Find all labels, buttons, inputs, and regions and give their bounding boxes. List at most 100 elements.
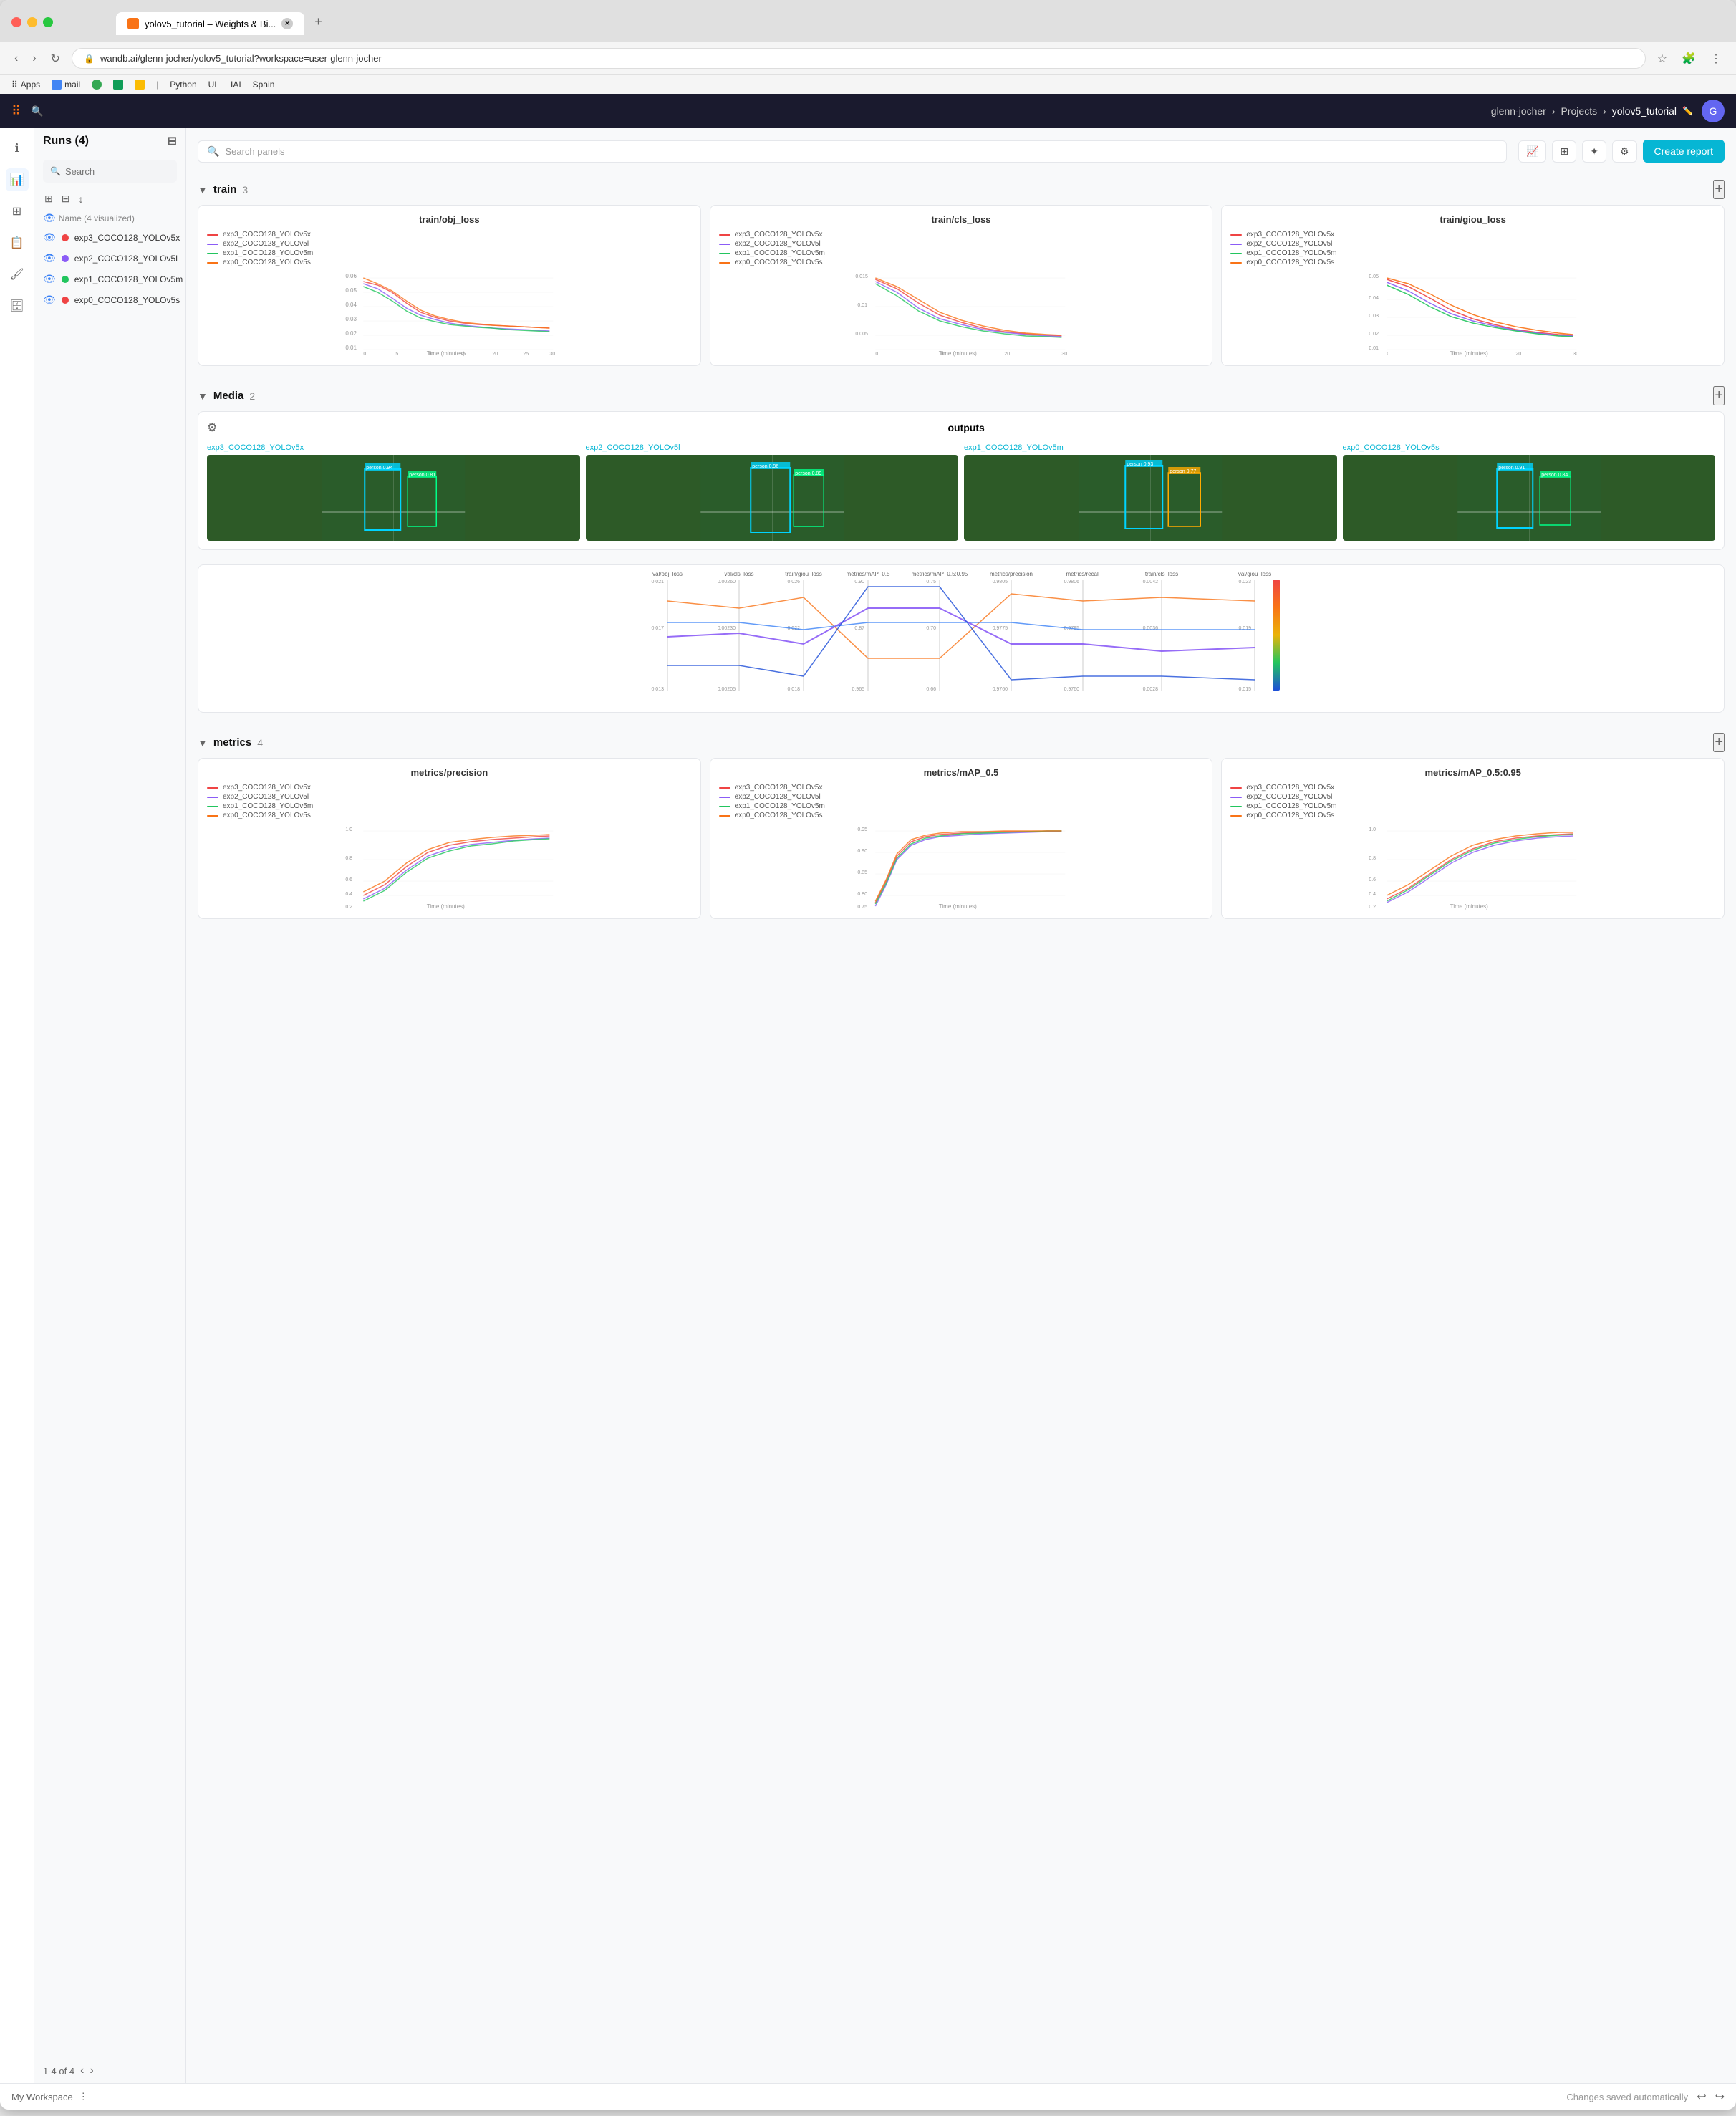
run-item-0[interactable]: 👁 exp3_COCO128_YOLOv5x	[34, 227, 185, 248]
traffic-light-red[interactable]	[11, 17, 21, 27]
bookmarks-bar: ⠿ Apps mail | Python UL IAI Spain	[0, 74, 1736, 94]
extensions-btn[interactable]: 🧩	[1679, 49, 1699, 69]
search-icon: 🔍	[31, 105, 43, 117]
create-report-btn[interactable]: Create report	[1643, 140, 1725, 163]
svg-text:val/cls_loss: val/cls_loss	[725, 571, 754, 577]
chart-legend-0: exp3_COCO128_YOLOv5x exp2_COCO128_YOLOv5…	[207, 231, 692, 266]
chart-icon-btn[interactable]: 📊	[6, 168, 29, 191]
chart-metrics-map05-title: metrics/mAP_0.5	[719, 767, 1204, 778]
section-train-header[interactable]: ▼ train 3 +	[198, 174, 1725, 205]
columns-btn[interactable]: ⊟	[60, 191, 72, 206]
search-panels[interactable]: 🔍 Search panels	[198, 140, 1507, 163]
run-item-1[interactable]: 👁 exp2_COCO128_YOLOv5l	[34, 248, 185, 269]
legend-cls-line-0	[719, 234, 730, 236]
sort-btn[interactable]: ↕	[77, 192, 85, 206]
brush-icon-btn[interactable]: 🖌	[6, 263, 29, 286]
new-tab-btn[interactable]: +	[306, 9, 331, 35]
svg-text:0.06: 0.06	[345, 273, 357, 279]
chart-view-btn[interactable]: 📈	[1518, 140, 1546, 163]
svg-text:0.017: 0.017	[651, 626, 664, 631]
db-icon-btn[interactable]: 🗄	[6, 294, 29, 317]
tab-close-btn[interactable]: ✕	[281, 18, 293, 29]
legend-cls-2: exp1_COCO128_YOLOv5m	[719, 249, 1204, 257]
table-icon-btn[interactable]: ⊞	[6, 200, 29, 223]
bookmark-sheets[interactable]	[113, 80, 123, 90]
legend-label-0: exp3_COCO128_YOLOv5x	[223, 231, 311, 239]
sidebar-search[interactable]: 🔍 ⊕	[43, 160, 177, 183]
grid-view-btn[interactable]: ⊞	[1552, 140, 1576, 163]
settings-btn[interactable]: ⚙	[1612, 140, 1637, 163]
runs-view-toggle[interactable]: ⊟	[168, 134, 177, 148]
section-train-add-btn[interactable]: +	[1713, 180, 1725, 199]
redo-btn[interactable]: ↪	[1715, 2089, 1725, 2104]
browser-tab[interactable]: yolov5_tutorial – Weights & Bi... ✕	[116, 12, 304, 35]
bookmark-apps[interactable]: ⠿ Apps	[11, 80, 40, 90]
media-panel: ⚙ outputs exp3_COCO128_YOLOv5x	[198, 411, 1725, 550]
breadcrumb-projects[interactable]: Projects	[1561, 105, 1598, 117]
bookmark-drive[interactable]	[135, 80, 145, 90]
bookmark-mail[interactable]: mail	[52, 80, 80, 90]
menu-btn[interactable]: ⋮	[1707, 49, 1725, 69]
tab-title: yolov5_tutorial – Weights & Bi...	[145, 19, 276, 29]
chart-legend-map05: exp3_COCO128_YOLOv5x exp2_COCO128_YOLOv5…	[719, 784, 1204, 819]
runs-count-label: Runs (4)	[43, 135, 89, 148]
sidebar-search-input[interactable]	[65, 166, 191, 177]
run-name-3: exp0_COCO128_YOLOv5s	[74, 295, 180, 305]
section-metrics-add-btn[interactable]: +	[1713, 733, 1725, 752]
svg-text:0.8: 0.8	[345, 856, 352, 861]
bookmark-btn[interactable]: ☆	[1654, 49, 1670, 69]
section-media-header[interactable]: ▼ Media 2 +	[198, 380, 1725, 411]
chart-train-cls-loss: train/cls_loss exp3_COCO128_YOLOv5x exp2…	[710, 205, 1213, 366]
bookmark-ul[interactable]: UL	[208, 80, 219, 90]
traffic-light-yellow[interactable]	[27, 17, 37, 27]
legend-item-0: exp3_COCO128_YOLOv5x	[207, 231, 692, 239]
bookmark-python[interactable]: Python	[170, 80, 196, 90]
breadcrumb-user[interactable]: glenn-jocher	[1491, 105, 1546, 117]
avatar[interactable]: G	[1702, 100, 1725, 122]
section-metrics-header[interactable]: ▼ metrics 4 +	[198, 727, 1725, 758]
svg-text:0.85: 0.85	[857, 870, 867, 875]
info-icon-btn[interactable]: ℹ	[6, 137, 29, 160]
pagination-prev[interactable]: ‹	[80, 2064, 84, 2077]
svg-text:person 0.84: person 0.84	[1541, 473, 1568, 478]
workspace-edit-icon[interactable]: ✏️	[1682, 106, 1693, 116]
legend-map05-line-1	[719, 797, 730, 798]
svg-text:0.6: 0.6	[1369, 877, 1376, 883]
address-bar[interactable]: 🔒 wandb.ai/glenn-jocher/yolov5_tutorial?…	[72, 48, 1646, 69]
media-settings-icon[interactable]: ⚙	[207, 420, 217, 435]
run-item-2[interactable]: 👁 exp1_COCO128_YOLOv5m	[34, 269, 185, 289]
svg-text:person 0.93: person 0.93	[1127, 462, 1153, 467]
parallel-coords-svg: val/obj_loss val/cls_loss train/giou_los…	[198, 565, 1724, 708]
traffic-light-green[interactable]	[43, 17, 53, 27]
section-media-add-btn[interactable]: +	[1713, 386, 1725, 405]
eye-icon: 👁	[43, 212, 56, 224]
svg-text:Time (minutes): Time (minutes)	[938, 903, 976, 910]
section-media-label: Media	[213, 390, 244, 402]
bookmark-spain[interactable]: Spain	[253, 80, 275, 90]
run-item-3[interactable]: 👁 exp0_COCO128_YOLOv5s	[34, 289, 185, 310]
chart-legend-map0595: exp3_COCO128_YOLOv5x exp2_COCO128_YOLOv5…	[1230, 784, 1715, 819]
back-btn[interactable]: ‹	[11, 49, 21, 68]
bookmark-iai[interactable]: IAI	[231, 80, 241, 90]
filter-btn[interactable]: ⊞	[43, 191, 54, 206]
svg-text:0.021: 0.021	[651, 580, 664, 585]
svg-text:0.75: 0.75	[926, 580, 936, 585]
undo-btn[interactable]: ↩	[1697, 2089, 1706, 2104]
bookmark-g[interactable]	[92, 80, 102, 90]
section-media-count: 2	[249, 390, 255, 402]
icon-sidebar: ℹ 📊 ⊞ 📋 🖌 🗄	[0, 128, 34, 2083]
run-eye-1: 👁	[43, 252, 56, 264]
workspace-menu-btn[interactable]: ⋮	[79, 2091, 88, 2102]
run-dot-0	[62, 234, 69, 241]
legend-giou-line-0	[1230, 234, 1242, 236]
sparkle-btn[interactable]: ✦	[1582, 140, 1606, 163]
runs-group-header: 👁 Name (4 visualized)	[34, 209, 185, 227]
section-media: ▼ Media 2 + ⚙ outputs	[198, 380, 1725, 550]
app-header: ⠿ 🔍 glenn-jocher › Projects › yolov5_tut…	[0, 94, 1736, 128]
legend-precision-line-1	[207, 797, 218, 798]
forward-btn[interactable]: ›	[29, 49, 39, 68]
svg-text:25: 25	[523, 352, 529, 357]
pagination-next[interactable]: ›	[90, 2064, 93, 2077]
refresh-btn[interactable]: ↻	[48, 49, 63, 69]
reports-icon-btn[interactable]: 📋	[6, 231, 29, 254]
